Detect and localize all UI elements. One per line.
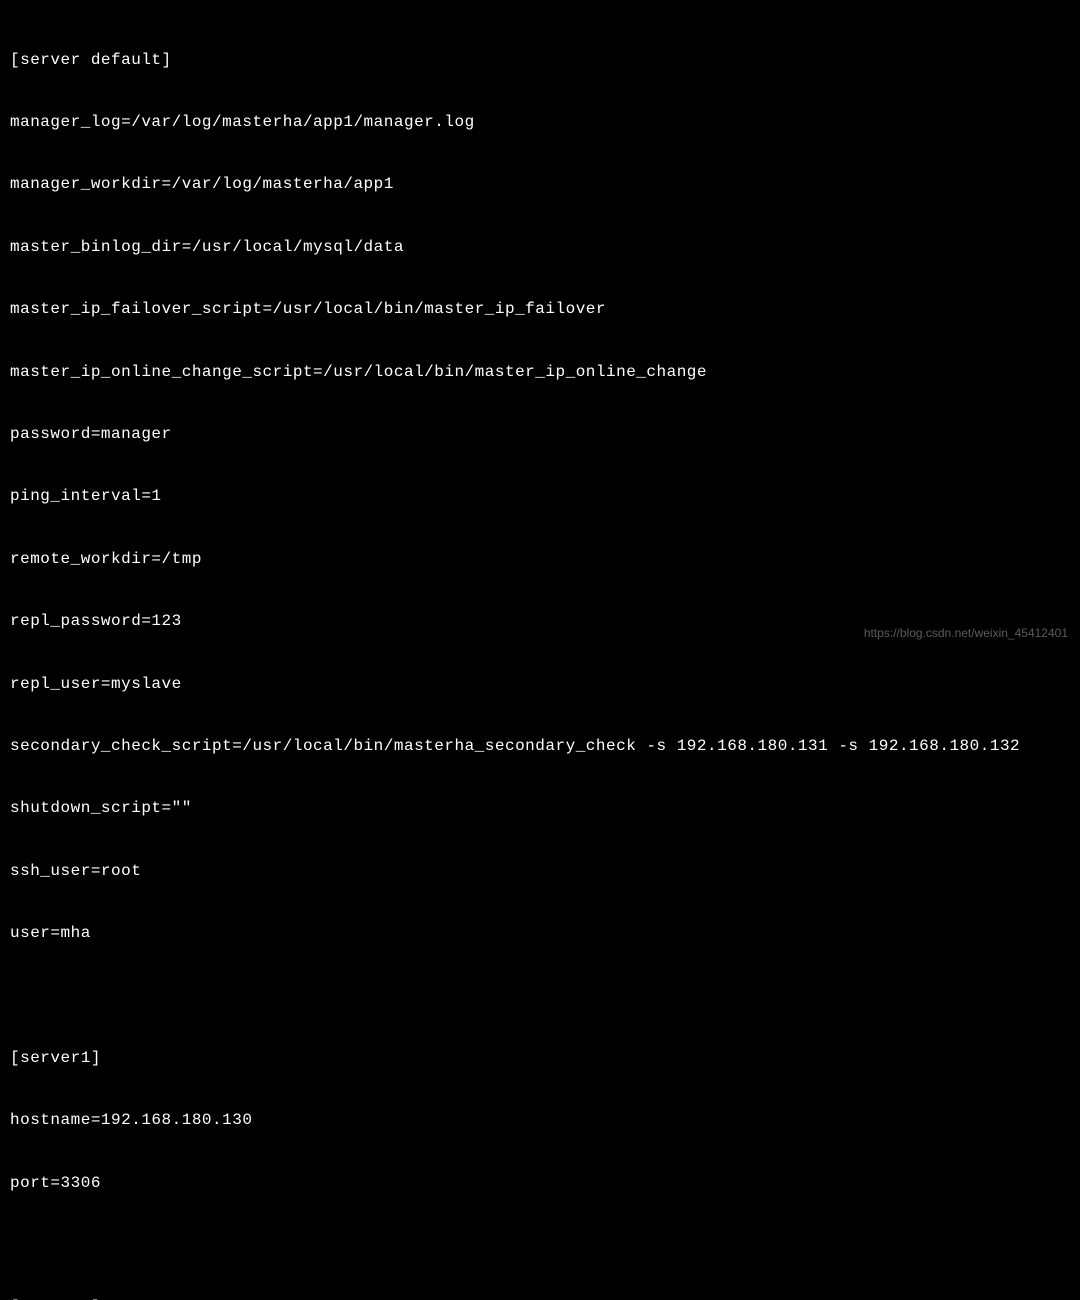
terminal-output: [server default] manager_log=/var/log/ma… — [10, 8, 1070, 1300]
config-line: hostname=192.168.180.130 — [10, 1110, 1070, 1131]
watermark: https://blog.csdn.net/weixin_45412401 — [864, 626, 1068, 642]
config-line: user=mha — [10, 923, 1070, 944]
config-line: ssh_user=root — [10, 861, 1070, 882]
section-header: [server2] — [10, 1297, 1070, 1300]
blank-line — [10, 985, 1070, 1006]
blank-line — [10, 1235, 1070, 1256]
config-line: password=manager — [10, 424, 1070, 445]
config-line: remote_workdir=/tmp — [10, 549, 1070, 570]
config-line: repl_user=myslave — [10, 674, 1070, 695]
config-line: shutdown_script="" — [10, 798, 1070, 819]
config-line: master_ip_online_change_script=/usr/loca… — [10, 362, 1070, 383]
config-line: master_binlog_dir=/usr/local/mysql/data — [10, 237, 1070, 258]
section-header: [server1] — [10, 1048, 1070, 1069]
config-line: secondary_check_script=/usr/local/bin/ma… — [10, 736, 1070, 757]
config-line: port=3306 — [10, 1173, 1070, 1194]
config-line: master_ip_failover_script=/usr/local/bin… — [10, 299, 1070, 320]
config-line: manager_workdir=/var/log/masterha/app1 — [10, 174, 1070, 195]
config-line: manager_log=/var/log/masterha/app1/manag… — [10, 112, 1070, 133]
config-line: ping_interval=1 — [10, 486, 1070, 507]
section-header: [server default] — [10, 50, 1070, 71]
